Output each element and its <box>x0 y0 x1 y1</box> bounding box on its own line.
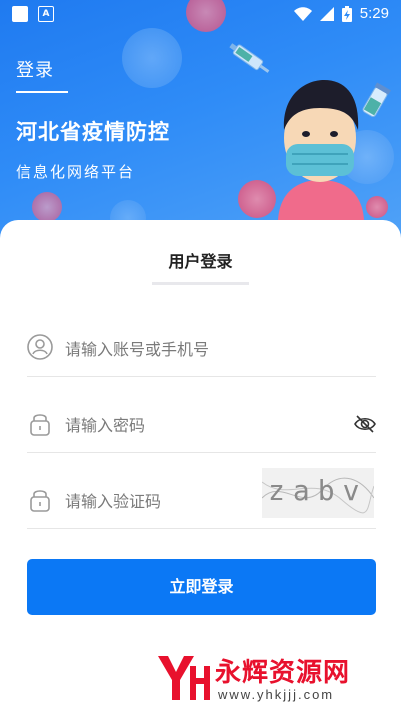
watermark-logo <box>158 656 210 700</box>
virus-illustration <box>238 180 276 218</box>
lock-icon <box>30 414 50 436</box>
captcha-input[interactable]: 请输入验证码 <box>65 488 161 512</box>
wifi-icon <box>293 6 312 21</box>
page-title: 登录 <box>16 60 54 81</box>
account-input[interactable]: 请输入账号或手机号 <box>65 336 209 360</box>
syringe-icon <box>229 43 270 73</box>
app-title: 河北省疫情防控 <box>16 120 170 144</box>
virus-illustration <box>32 192 62 222</box>
masked-person-illustration <box>278 80 364 220</box>
tab-user-login[interactable]: 用户登录 <box>152 248 249 272</box>
watermark-site-name: 永辉资源网 <box>215 658 351 688</box>
tab-indicator <box>152 282 249 285</box>
password-field[interactable]: 请输入密码 <box>27 396 376 453</box>
captcha-field[interactable]: 请输入验证码 zabv <box>27 468 376 529</box>
app-subtitle: 信息化网络平台 <box>16 163 136 181</box>
captcha-text: zabv <box>268 474 368 507</box>
a-notification-icon: A <box>38 6 54 22</box>
battery-charging-icon <box>341 5 352 22</box>
login-card: 用户登录 请输入账号或手机号 请输入密码 请输入验证码 zabv 立即登录 <box>0 220 401 712</box>
signal-icon <box>319 6 334 21</box>
watermark-url: www.yhkjjj.com <box>218 687 335 702</box>
title-underline <box>16 91 68 93</box>
user-icon <box>27 334 53 360</box>
captcha-image[interactable]: zabv <box>262 468 374 518</box>
password-input[interactable]: 请输入密码 <box>65 412 145 436</box>
eye-off-icon[interactable] <box>354 413 376 435</box>
lock-icon <box>30 490 50 512</box>
clock: 5:29 <box>359 5 389 22</box>
virus-illustration <box>122 28 182 88</box>
header-banner: A 5:29 登录 河北省疫情防控 信息化网络平台 <box>0 0 401 250</box>
account-field[interactable]: 请输入账号或手机号 <box>27 320 376 377</box>
login-button[interactable]: 立即登录 <box>27 559 376 615</box>
virus-illustration <box>366 196 388 218</box>
square-notification-icon <box>12 6 28 22</box>
status-bar: A 5:29 <box>0 0 401 28</box>
